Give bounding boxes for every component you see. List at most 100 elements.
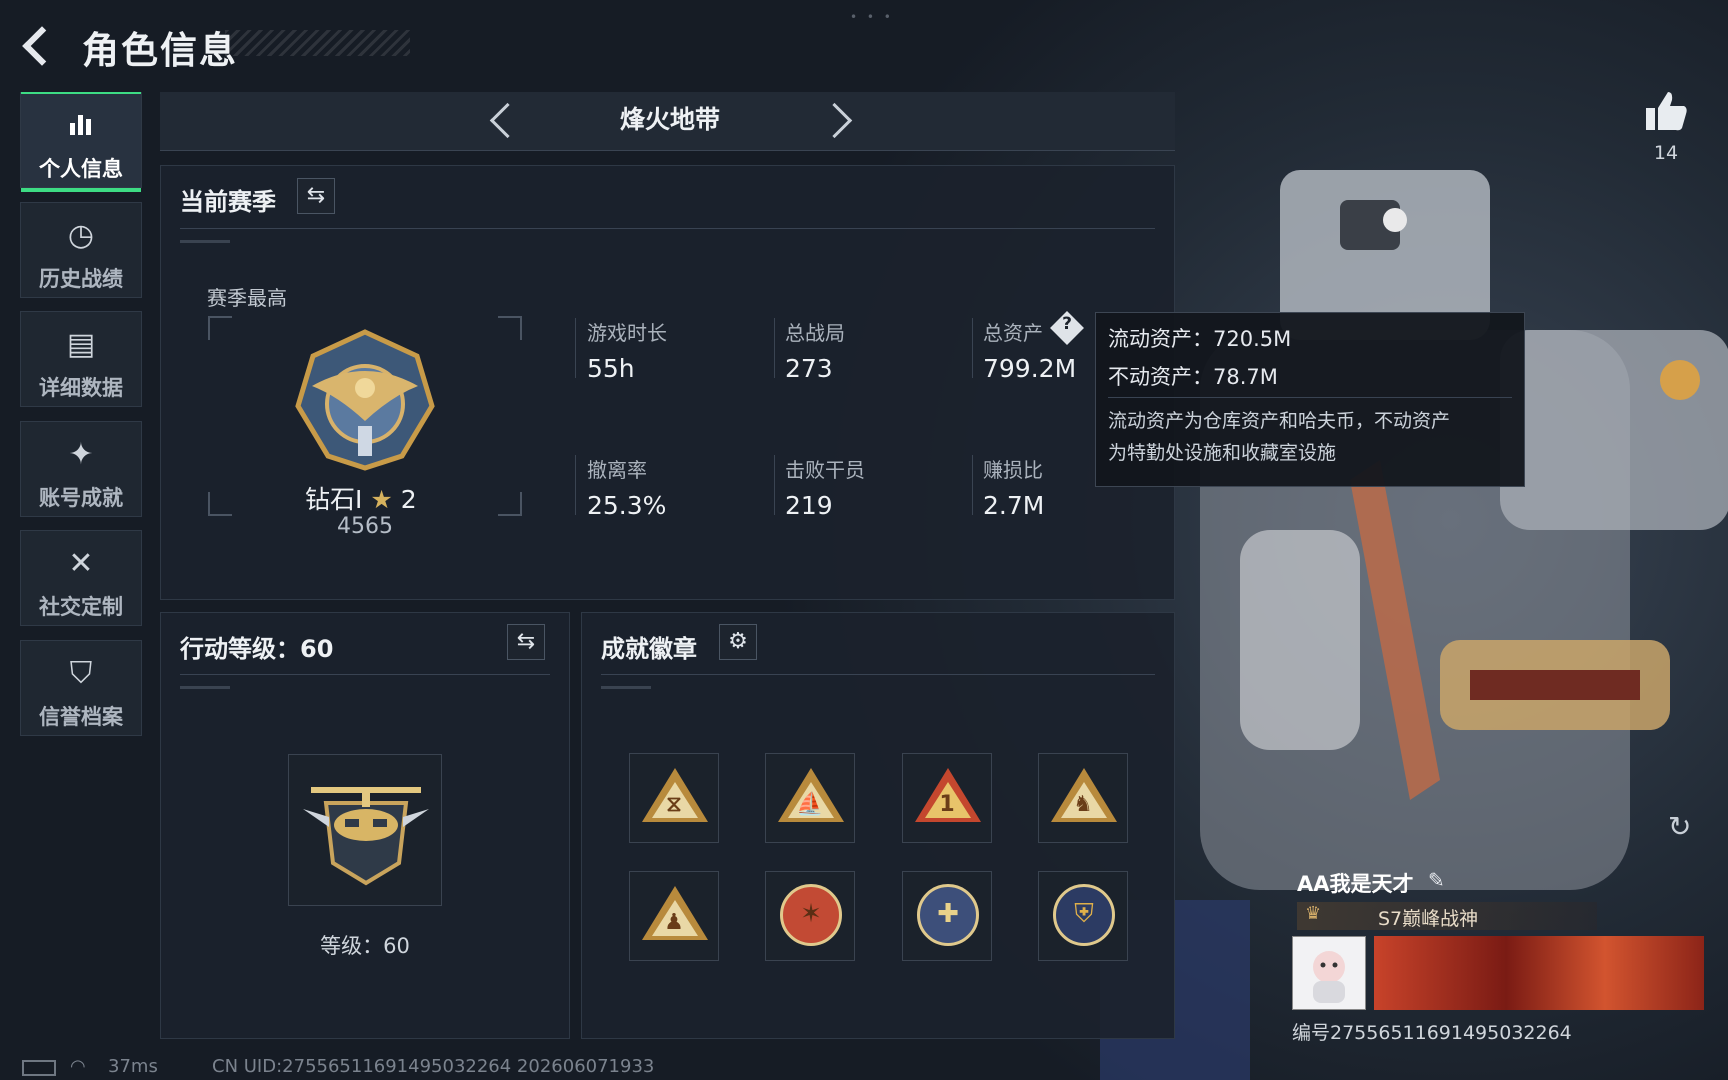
achievement-badge[interactable]: 1	[902, 753, 992, 843]
sidebar-item-achievements[interactable]: ✦ 账号成就	[20, 421, 142, 517]
rank-name: 钻石I	[305, 485, 363, 514]
level-divider	[180, 674, 550, 675]
stat-value-profit-ratio: 2.7M	[983, 491, 1045, 520]
level-text: 等级：60	[320, 934, 410, 958]
player-name: AA我是天才	[1297, 872, 1414, 896]
stat-label-playtime: 游戏时长	[587, 321, 667, 345]
switch-level-button[interactable]: ⇆	[507, 624, 545, 660]
help-icon-glyph: ?	[1062, 314, 1072, 334]
divider-tick	[601, 686, 651, 689]
page-title: 角色信息	[82, 29, 238, 72]
rank-emblem-icon	[295, 329, 435, 471]
tooltip-fixed-assets: 不动资产：78.7M	[1108, 365, 1278, 389]
stat-label-kills: 击败干员	[785, 458, 865, 482]
sidebar-item-history[interactable]: ◷ 历史战绩	[20, 202, 142, 298]
tooltip-liquid-assets: 流动资产：720.5M	[1108, 327, 1292, 351]
achievement-icon: ✦	[68, 437, 94, 472]
tooltip-desc-line1: 流动资产为仓库资产和哈夫币，不动资产	[1108, 410, 1451, 432]
sidebar-item-label: 社交定制	[39, 595, 123, 619]
stat-bar	[774, 318, 775, 378]
history-clock-icon: ◷	[67, 218, 95, 253]
title-emblem-icon: ♛	[1305, 903, 1322, 924]
sidebar-item-label: 详细数据	[39, 376, 123, 400]
folder-icon: ▤	[66, 327, 96, 362]
sidebar-item-personal-info[interactable]: 个人信息	[20, 92, 142, 192]
stat-value-total-matches: 273	[785, 354, 833, 383]
star-badge-icon: ✶	[800, 899, 822, 929]
achievement-badge[interactable]: ✚	[902, 871, 992, 961]
achievement-badge[interactable]: ♞	[1038, 753, 1128, 843]
achievement-badge[interactable]: ♟	[629, 871, 719, 961]
stat-label-extract-rate: 撤离率	[587, 458, 647, 482]
tooltip-desc-line2: 为特勤处设施和收藏室设施	[1108, 442, 1337, 464]
rotate-icon[interactable]: ↻	[1668, 810, 1691, 843]
tooltip-divider	[1108, 397, 1512, 398]
top-dots-decoration: • • •	[850, 10, 894, 24]
avatar[interactable]	[1292, 936, 1366, 1010]
achievement-badge[interactable]: ⛨	[1038, 871, 1128, 961]
soldier-badge-icon: ♞	[1073, 792, 1093, 817]
rank-name-row: 钻石I ★ 2	[305, 480, 417, 516]
level-emblem-frame	[288, 754, 442, 906]
stat-bar	[774, 455, 775, 515]
title-decoration	[225, 30, 410, 56]
rank-stars: 2	[400, 485, 417, 514]
stat-value-total-assets: 799.2M	[983, 354, 1077, 383]
achievement-badge[interactable]: ✶	[765, 871, 855, 961]
frame-corner	[498, 316, 522, 340]
frame-corner	[208, 316, 232, 340]
stat-bar	[575, 318, 576, 378]
ping-text: 37ms	[108, 1056, 158, 1077]
mode-label: 烽火地带	[619, 105, 720, 134]
badges-divider	[601, 674, 1155, 675]
sidebar-item-label: 账号成就	[39, 486, 123, 510]
number-one-badge-icon: 1	[939, 792, 955, 817]
shield-icon: ⛉	[69, 656, 93, 691]
sidebar-item-credit-record[interactable]: ⛉ 信誉档案	[20, 640, 142, 736]
stat-value-playtime: 55h	[587, 354, 635, 383]
switch-season-button[interactable]: ⇆	[297, 178, 335, 214]
stat-bar	[972, 455, 973, 515]
stat-label-total-matches: 总战局	[785, 321, 845, 345]
assets-tooltip: 流动资产：720.5M 不动资产：78.7M 流动资产为仓库资产和哈夫币，不动资…	[1095, 312, 1525, 487]
divider-tick	[180, 240, 230, 243]
profile-banner-image	[1374, 936, 1704, 1010]
thumbs-up-icon[interactable]	[1642, 88, 1690, 136]
season-divider	[180, 228, 1155, 229]
sidebar-item-detail-data[interactable]: ▤ 详细数据	[20, 311, 142, 407]
stat-label-profit-ratio: 赚损比	[983, 458, 1043, 482]
achievement-badge[interactable]: ⛵	[765, 753, 855, 843]
badges-title: 成就徽章	[601, 635, 697, 663]
squad-badge-icon: ♟	[664, 910, 684, 935]
prev-mode-button[interactable]	[485, 100, 515, 140]
season-best-label: 赛季最高	[207, 286, 287, 310]
boat-badge-icon: ⛵	[796, 792, 824, 817]
crossed-rifles-badge-icon: ✚	[937, 899, 959, 929]
edit-name-icon[interactable]: ✎	[1428, 868, 1445, 892]
stat-label-total-assets: 总资产	[983, 321, 1043, 345]
next-mode-button[interactable]	[822, 100, 852, 140]
player-title: S7巅峰战神	[1378, 908, 1479, 930]
shield-badge-icon: ⛨	[1074, 899, 1094, 929]
sidebar-item-label: 信誉档案	[39, 705, 123, 729]
frame-corner	[498, 492, 522, 516]
stat-value-extract-rate: 25.3%	[587, 491, 667, 520]
avatar-character-icon	[1313, 951, 1345, 1003]
level-title: 行动等级：60	[180, 635, 334, 663]
stat-bar	[575, 455, 576, 515]
sidebar-item-social-custom[interactable]: ✕ 社交定制	[20, 530, 142, 626]
sidebar-item-label: 历史战绩	[39, 267, 123, 291]
back-button[interactable]	[20, 22, 60, 66]
like-count: 14	[1653, 142, 1679, 164]
stat-bar	[972, 318, 973, 378]
badge-settings-button[interactable]: ⚙	[719, 624, 757, 660]
divider-tick	[180, 686, 230, 689]
stat-value-kills: 219	[785, 491, 833, 520]
tools-icon: ✕	[68, 546, 94, 581]
hourglass-badge-icon: ⧖	[666, 792, 682, 817]
star-icon: ★	[370, 485, 393, 514]
helicopter-emblem-icon	[303, 787, 429, 886]
frame-corner	[208, 492, 232, 516]
achievement-badge[interactable]: ⧖	[629, 753, 719, 843]
player-id: 编号2755651169149503226​4	[1292, 1022, 1572, 1044]
